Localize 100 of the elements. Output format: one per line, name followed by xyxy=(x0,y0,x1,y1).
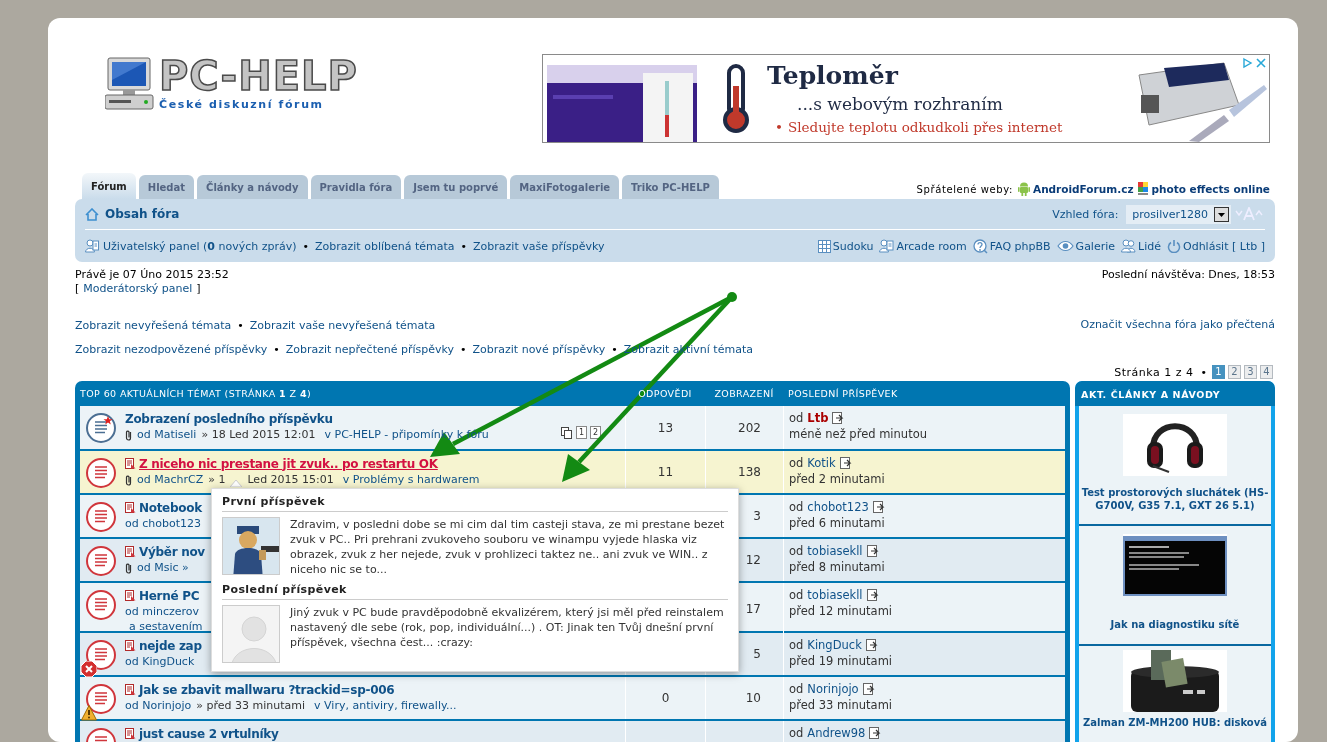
new-post-icon[interactable] xyxy=(125,502,136,513)
new-post-icon[interactable] xyxy=(125,684,136,695)
forum-link[interactable]: v Problémy s hardwarem xyxy=(342,473,480,486)
nav-link[interactable]: Zobrazit vaše příspěvky xyxy=(473,239,605,253)
new-post-icon[interactable] xyxy=(125,728,136,739)
go-to-post-icon[interactable] xyxy=(872,501,885,513)
forum-link[interactable]: a sestavením xyxy=(129,619,203,634)
last-post-author[interactable]: Ltb xyxy=(807,411,829,425)
page-link[interactable]: 2 xyxy=(1228,365,1241,379)
tab[interactable]: Fórum xyxy=(82,173,136,199)
ad-info-icon[interactable] xyxy=(1241,57,1253,69)
page-link[interactable]: 1 xyxy=(576,426,587,439)
topic-date: » 1 xyxy=(208,473,226,486)
new-post-icon[interactable] xyxy=(125,590,136,601)
last-post-author[interactable]: chobot123 xyxy=(807,500,869,514)
ad-banner[interactable]: Teploměr ...s webovým rozhraním • Sledujte teplotu odkudkoli přes internet xyxy=(542,54,1270,143)
topic-date: Led 2015 15:01 xyxy=(247,473,334,486)
tab[interactable]: Jsem tu poprvé xyxy=(404,175,508,199)
page-link[interactable]: 3 xyxy=(1244,365,1257,379)
go-to-post-icon[interactable] xyxy=(839,457,852,469)
topic-title[interactable]: Zobrazení posledního příspěvku xyxy=(125,411,333,426)
search-link[interactable]: Zobrazit vaše nevyřešená témata xyxy=(249,318,436,332)
topic-title[interactable]: Z niceho nic prestane jit zvuk.. po restartu OK xyxy=(139,456,438,471)
article-link[interactable]: Zalman ZM-MH200 HUB: disková xyxy=(1083,716,1267,729)
search-link[interactable]: Zobrazit nepřečtené příspěvky xyxy=(285,342,454,356)
mark-read-link[interactable]: Označit všechna fóra jako přečtená xyxy=(1080,318,1275,332)
colorful-squares-icon xyxy=(1136,182,1149,196)
page-label: Stránka 1 z 4 xyxy=(1114,365,1194,379)
topic-title[interactable]: Jak se zbavit mallwaru ?trackid=sp-006 xyxy=(139,682,395,697)
topic-author[interactable]: od MachrCZ xyxy=(137,473,204,486)
last-post-author[interactable]: KingDuck xyxy=(807,638,862,652)
people-icon xyxy=(1121,239,1137,253)
article-link[interactable]: Test prostorových sluchátek (HS-G700V, G35 7.1, GXT 26 5.1) xyxy=(1075,486,1275,512)
grid-icon xyxy=(817,239,831,253)
home-icon xyxy=(85,207,99,221)
last-post-author[interactable]: Kotik xyxy=(807,456,836,470)
page-link[interactable]: 2 xyxy=(590,426,601,439)
help-icon xyxy=(972,238,988,254)
article-link[interactable]: Jak na diagnostiku sítě xyxy=(1110,618,1240,631)
topic-author[interactable]: od Norinjojo xyxy=(125,699,192,712)
topic-author[interactable]: od minczerov xyxy=(125,605,200,618)
friend-link[interactable]: photo effects online xyxy=(1151,183,1270,195)
by-label: od xyxy=(789,638,804,652)
topic-author[interactable]: od chobot123 xyxy=(125,517,201,530)
by-label: od xyxy=(789,411,804,425)
go-to-post-icon[interactable] xyxy=(862,683,875,695)
search-link[interactable]: Zobrazit nevyřešená témata xyxy=(75,318,232,332)
tab[interactable]: MaxiFotogalerie xyxy=(510,175,620,199)
last-post-time: méně než před minutou xyxy=(789,427,928,441)
last-post-time: před 12 minutami xyxy=(789,604,894,618)
topic-title[interactable]: Herné PC xyxy=(139,588,200,603)
moderator-link[interactable]: Moderátorský panel xyxy=(83,282,193,296)
topic-author[interactable]: od KingDuck xyxy=(125,655,195,668)
logo-title: PC-HELP xyxy=(159,56,358,96)
nav-link[interactable]: Arcade room xyxy=(896,239,967,253)
forum-link[interactable]: v Viry, antiviry, firewally... xyxy=(314,699,457,712)
current-time: Právě je 07 Úno 2015 23:52 xyxy=(75,268,229,282)
search-link[interactable]: Zobrazit nové příspěvky xyxy=(472,342,606,356)
style-select[interactable]: prosilver1280 xyxy=(1126,204,1231,224)
go-to-post-icon[interactable] xyxy=(866,545,879,557)
nav-link[interactable]: Zobrazit oblíbená témata xyxy=(315,239,455,253)
friend-link[interactable]: AndroidForum.cz xyxy=(1033,183,1134,195)
tab[interactable]: Triko PC-HELP xyxy=(622,175,719,199)
new-post-icon[interactable] xyxy=(125,458,136,469)
last-post-author[interactable]: Andrew98 xyxy=(807,726,866,740)
topic-date: » 18 Led 2015 12:01 xyxy=(201,428,316,441)
nav-link[interactable]: Odhlásit [ Ltb ] xyxy=(1183,239,1265,253)
go-to-post-icon[interactable] xyxy=(869,727,882,739)
topic-title[interactable]: Výběr nov xyxy=(139,544,205,559)
topic-author[interactable]: od Matiseli xyxy=(137,428,197,441)
topic-title[interactable]: nejde zap xyxy=(139,638,202,653)
last-post-author[interactable]: tobiasekll xyxy=(807,588,863,602)
nav-link[interactable]: Galerie xyxy=(1075,239,1116,253)
topic-title[interactable]: Notebook xyxy=(139,500,202,515)
nav-link[interactable]: Sudoku xyxy=(832,239,874,253)
ad-subtitle: ...s webovým rozhraním xyxy=(797,92,1004,116)
tab[interactable]: Články a návody xyxy=(197,175,308,199)
computer-icon xyxy=(105,56,155,112)
topic-author[interactable]: od Msic » xyxy=(137,561,189,574)
separator: • xyxy=(1200,365,1207,379)
new-post-icon[interactable] xyxy=(125,546,136,557)
ad-title: Teploměr xyxy=(767,59,900,92)
search-link[interactable]: Zobrazit nezodpovězené příspěvky xyxy=(75,342,268,356)
bullet: • xyxy=(775,117,783,137)
breadcrumb-link[interactable]: Obsah fóra xyxy=(105,207,180,221)
separator: • xyxy=(273,342,280,356)
close-icon[interactable] xyxy=(1255,57,1267,69)
go-to-post-icon[interactable] xyxy=(832,412,845,424)
go-to-post-icon[interactable] xyxy=(865,639,878,651)
nav-link[interactable]: FAQ phpBB xyxy=(989,239,1051,253)
last-post-author[interactable]: Norinjojo xyxy=(807,682,859,696)
tab[interactable]: Pravidla fóra xyxy=(310,175,402,199)
nav-link[interactable]: Uživatelský panel (0 nových zpráv) xyxy=(103,239,297,253)
new-post-icon[interactable] xyxy=(125,640,136,651)
nav-link[interactable]: Lidé xyxy=(1138,239,1161,253)
go-to-post-icon[interactable] xyxy=(866,589,879,601)
last-post-author[interactable]: tobiasekll xyxy=(807,544,863,558)
page-link[interactable]: 4 xyxy=(1260,365,1273,379)
tab[interactable]: Hledat xyxy=(138,175,195,199)
topic-title[interactable]: just cause 2 vrtulníky xyxy=(139,726,279,741)
